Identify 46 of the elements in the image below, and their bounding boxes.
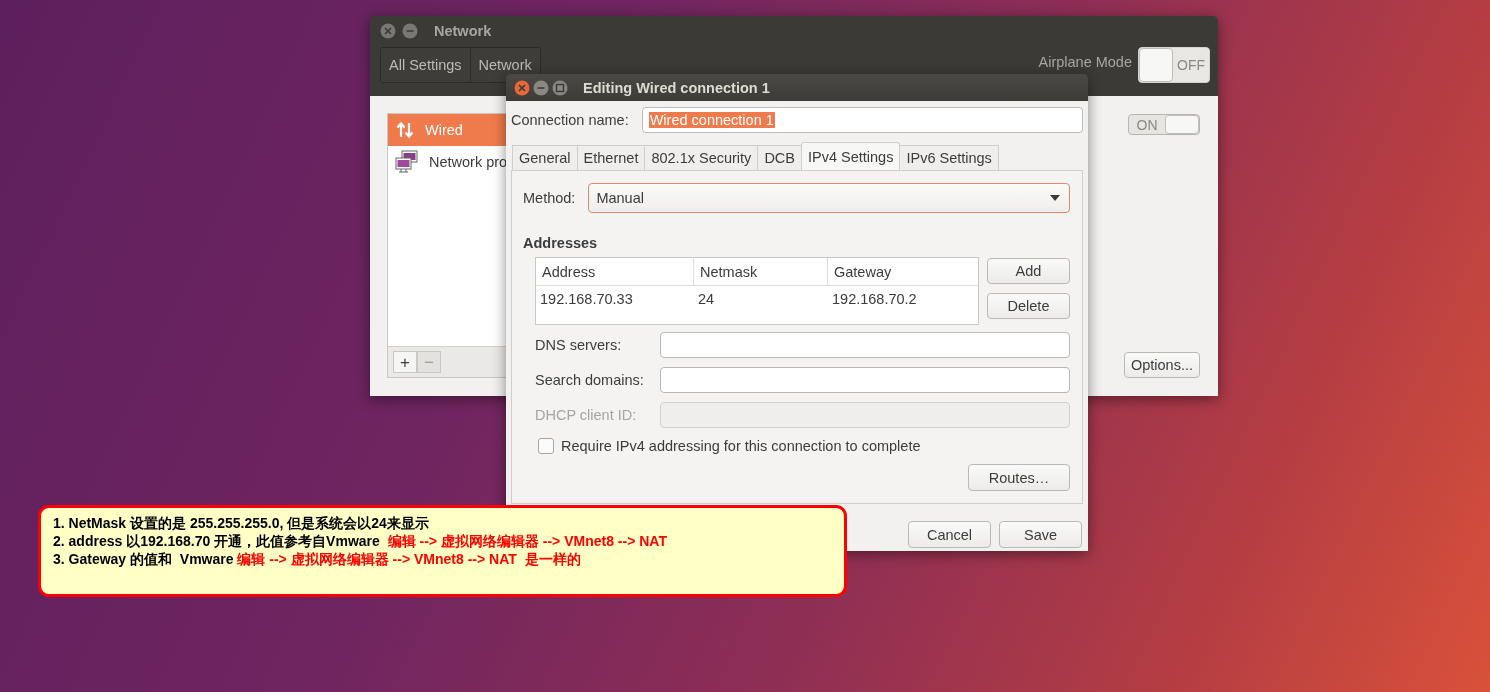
annotation-line: 2. address 以192.168.70 开通，此值参考自Vmware 编辑 --> 虚拟网络编辑器 --> VMnet8 --> NAT [53,532,668,550]
input-field[interactable] [660,332,1070,358]
monitors-icon [395,150,419,174]
nav-button[interactable]: All Settings [381,48,471,82]
options-button[interactable]: Options... [1123,352,1200,378]
table-cell-text: 192.168.70.33 [539,290,634,309]
close-icon[interactable] [514,79,530,96]
table-cell-text: 192.168.70.2 [831,290,918,309]
add-button[interactable]: + [393,351,417,373]
minimize-icon[interactable] [533,79,549,96]
field-label: DHCP client ID: [535,407,638,423]
tab[interactable]: DCB [757,145,801,170]
checkbox[interactable] [538,438,554,454]
field-label: DNS servers: [535,337,623,353]
method-label: Method: [523,190,576,206]
tab[interactable]: General [512,145,577,170]
up-down-arrows-icon [395,120,415,140]
column-header[interactable]: Gateway [828,258,978,285]
airplane-mode-label: Airplane Mode [1038,54,1132,70]
dialog-title: Editing Wired connection 1 [583,79,770,96]
routes-button[interactable]: Routes… [968,464,1070,491]
column-header[interactable]: Address [536,258,694,285]
window-title: Network [434,23,492,39]
section-heading: Addresses [523,235,599,251]
input-field[interactable] [660,402,1070,428]
annotation-line: 3. Gateway 的值和 Vmware 编辑 --> 虚拟网络编辑器 --> VMnet8 --> NAT 是一样的 [53,550,582,568]
delete-button[interactable]: Delete [987,293,1070,319]
tab[interactable]: IPv4 Settings [801,142,901,170]
save-button[interactable]: Save [999,521,1082,548]
tab[interactable]: IPv6 Settings [899,145,999,170]
close-icon[interactable] [380,23,396,39]
annotation-line: 1. NetMask 设置的是 255.255.255.0, 但是系统会以24来显示 [53,514,430,532]
field-label: Search domains: [535,372,645,388]
checkbox-label: Require IPv4 addressing for this connection to complete [561,438,921,454]
column-header[interactable]: Netmask [694,258,828,285]
caret-icon [1050,195,1060,201]
method-dropdown[interactable]: Manual [588,183,1070,213]
minimize-icon[interactable] [402,23,418,39]
tab[interactable]: 802.1x Security [644,145,758,170]
input-field[interactable] [660,367,1070,393]
tab[interactable]: Ethernet [576,145,645,170]
cancel-button[interactable]: Cancel [908,521,991,548]
table-cell-text: 24 [697,290,716,309]
add-button[interactable]: Add [987,258,1070,284]
connection-name-label: Connection name: [511,112,629,128]
maximize-icon[interactable] [552,79,568,96]
